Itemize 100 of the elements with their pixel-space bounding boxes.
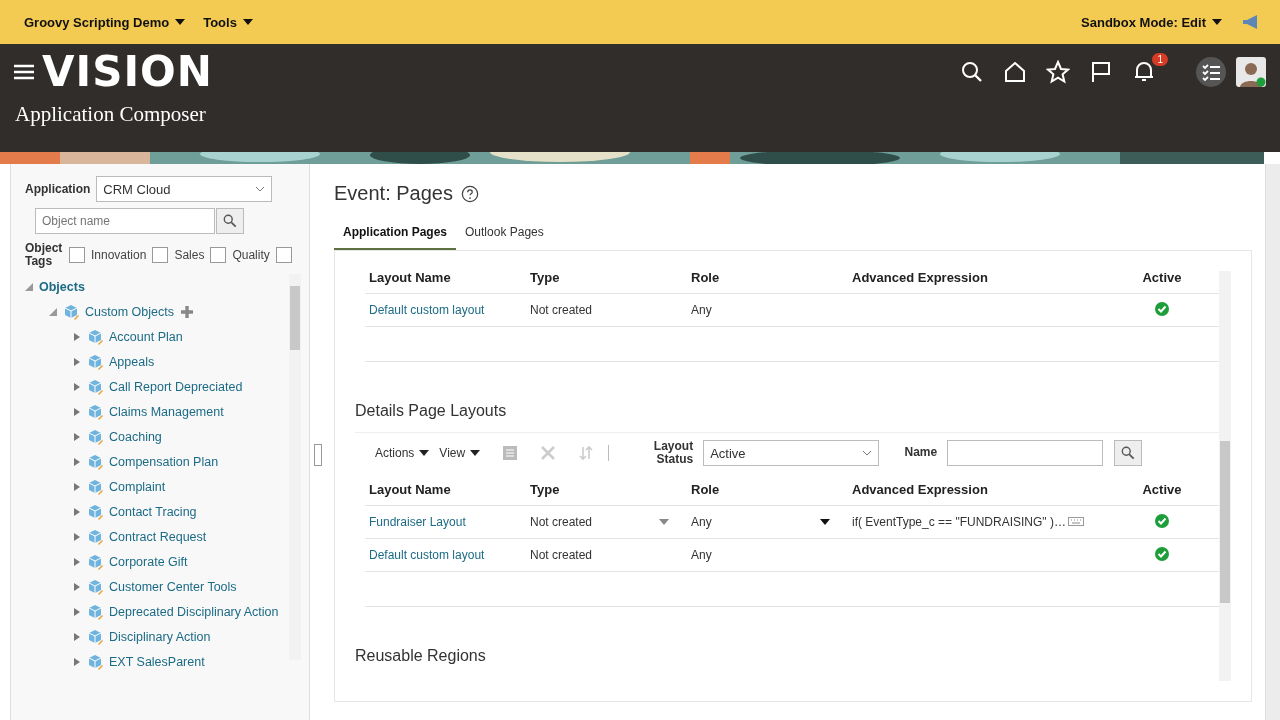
expand-toggle-icon[interactable] [73,482,81,491]
layout-link[interactable]: Default custom layout [365,303,530,317]
avatar[interactable] [1236,57,1266,87]
application-select[interactable]: CRM Cloud [96,176,273,202]
section-title: Details Page Layouts [355,401,508,421]
field-label: Name [903,446,938,460]
table-cell: Any [691,548,712,562]
checkbox[interactable] [275,247,292,264]
tree-item[interactable]: Customer Center Tools [109,579,237,594]
cube-icon [63,303,79,320]
expand-toggle-icon[interactable] [73,332,81,341]
cube-icon [87,653,103,670]
column-header: Advanced Expression [852,269,989,285]
expand-toggle-icon[interactable] [25,282,33,291]
expand-toggle-icon[interactable] [73,382,81,391]
help-icon[interactable] [460,184,479,203]
tree-item[interactable]: Contract Request [109,529,207,544]
tree-item[interactable]: Custom Objects [85,304,174,319]
expand-toggle-icon[interactable] [73,632,81,641]
tree-item[interactable]: Appeals [109,354,155,369]
search-icon[interactable] [960,60,984,84]
tab[interactable]: Application Pages [334,217,457,250]
column-header: Active [1141,481,1183,497]
cube-icon [87,503,103,520]
dropdown-icon[interactable] [820,519,830,525]
table-cell: Not created [530,548,593,562]
tree-item[interactable]: EXT SalesParent [109,654,205,669]
add-icon[interactable] [179,304,194,319]
checkbox[interactable] [152,247,169,264]
column-header: Type [530,481,561,497]
cube-icon [87,353,103,370]
cube-icon [87,528,103,545]
column-header: Advanced Expression [852,481,989,497]
star-icon[interactable] [1046,60,1070,84]
home-icon[interactable] [1003,60,1027,84]
search-button[interactable] [216,208,244,234]
expand-toggle-icon[interactable] [73,357,81,366]
collapse-handle[interactable] [314,444,322,466]
page-title: Application Composer [14,101,207,128]
scrollbar[interactable] [289,274,301,661]
logo: VISION [42,51,213,93]
status-select[interactable]: Active [703,440,880,466]
flag-icon[interactable] [1089,60,1113,84]
layout-link[interactable]: Default custom layout [365,548,530,562]
tree-item[interactable]: Objects [39,279,85,294]
cube-icon [87,328,103,345]
checkbox-label: Sales [174,248,205,263]
tree-item[interactable]: Coaching [109,429,162,444]
section-title: Event: Pages [334,182,453,205]
expand-toggle-icon[interactable] [73,507,81,516]
top-menu[interactable]: Groovy Scripting Demo [18,14,192,30]
keyboard-icon[interactable] [1067,517,1084,527]
toolbar-menu[interactable]: View [439,446,481,460]
expand-toggle-icon[interactable] [73,607,81,616]
tree-item[interactable]: Compensation Plan [109,454,219,469]
tab[interactable]: Outlook Pages [456,217,553,250]
section-title: Reusable Regions [355,646,487,666]
tree-item[interactable]: Account Plan [109,329,183,344]
column-header: Type [530,269,561,285]
scrollbar[interactable] [1219,271,1231,681]
expand-toggle-icon[interactable] [73,532,81,541]
table-cell-text: Not created [530,303,594,317]
tree-item[interactable]: Corporate Gift [109,554,188,569]
tree-item[interactable]: Complaint [109,479,166,494]
caret-icon [1212,19,1222,25]
scrollbar[interactable] [1265,164,1280,720]
tree-item[interactable]: Contact Tracing [109,504,197,519]
checklist-icon[interactable] [1196,57,1226,87]
expand-toggle-icon[interactable] [73,657,81,666]
sandbox-menu[interactable]: Sandbox Mode: Edit [1075,14,1228,30]
notification-count: 1 [1152,52,1168,66]
tree-item[interactable]: Disciplinary Action [109,629,211,644]
megaphone-icon[interactable] [1242,14,1260,30]
tree-item[interactable]: Call Report Depreciated [109,379,243,394]
name-field[interactable] [947,440,1104,466]
expand-toggle-icon[interactable] [73,582,81,591]
cube-icon [87,453,103,470]
expand-toggle-icon[interactable] [73,557,81,566]
tree-item[interactable]: Claims Management [109,404,224,419]
cube-icon [87,478,103,495]
tree-item[interactable]: Deprecated Disciplinary Action [109,604,279,619]
checkbox[interactable] [69,247,85,264]
checkbox-label: Quality [232,248,270,263]
cube-icon [87,553,103,570]
expand-toggle-icon[interactable] [73,407,81,416]
checkbox[interactable] [210,247,227,264]
column-header: Layout Name [368,269,452,285]
search-button[interactable] [1114,440,1143,466]
caret-icon [419,450,430,456]
layout-link[interactable]: Fundraiser Layout [365,515,530,529]
chevron-icon [255,186,266,192]
expand-toggle-icon[interactable] [49,307,57,316]
toolbar-menu[interactable]: Actions [375,446,430,460]
menu-icon[interactable] [14,64,34,80]
top-menu[interactable]: Tools [197,14,259,30]
expand-toggle-icon[interactable] [73,432,81,441]
checkbox-label: Innovation [91,248,147,263]
search-field[interactable]: Object name [35,208,215,234]
expand-toggle-icon[interactable] [73,457,81,466]
search-icon [223,214,237,228]
